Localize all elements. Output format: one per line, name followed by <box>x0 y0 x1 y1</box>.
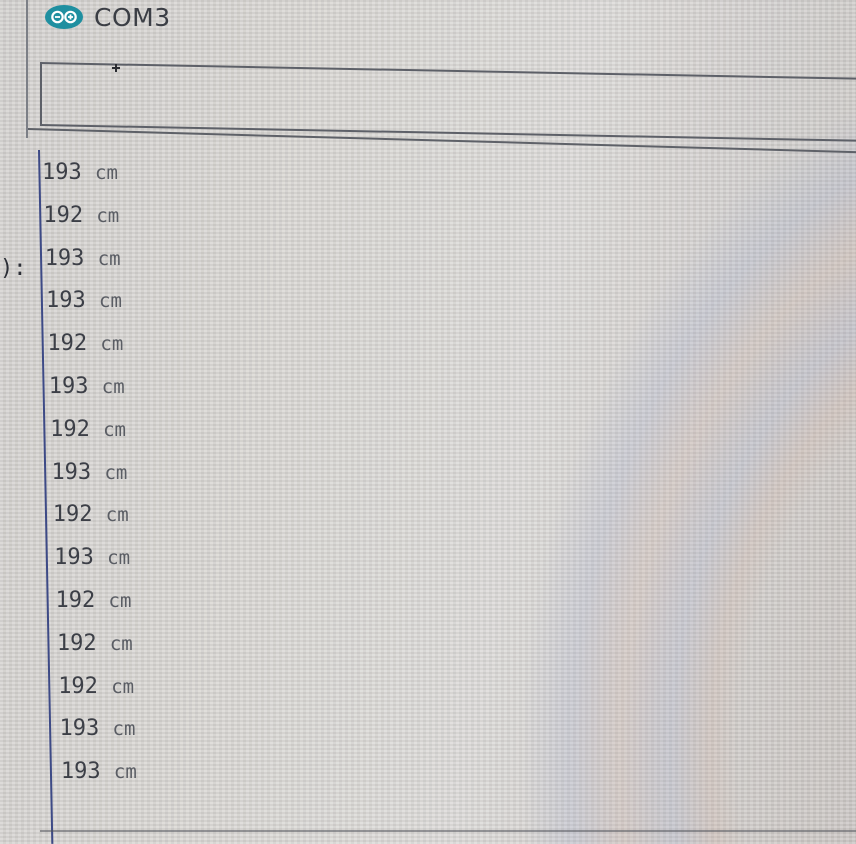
distance-value: 193 <box>44 245 85 271</box>
distance-unit: cm <box>100 333 124 356</box>
serial-output-area[interactable]: 193 cm 192 cm 193 cm 193 cm 192 cm 193 cm 192 … <box>36 150 856 844</box>
distance-value: 192 <box>58 673 98 699</box>
distance-unit: cm <box>109 632 133 655</box>
serial-output-line: 193 cm <box>45 246 121 271</box>
distance-unit: cm <box>107 547 131 570</box>
distance-unit: cm <box>101 376 125 398</box>
offscreen-text-fragment: ): <box>0 256 27 281</box>
serial-output-line: 192 cm <box>58 674 134 699</box>
serial-output-line: 193 cm <box>46 288 122 313</box>
distance-value: 192 <box>50 416 90 442</box>
distance-value: 193 <box>42 160 82 185</box>
serial-output-line: 192 cm <box>47 331 123 356</box>
serial-output-line: 193 cm <box>42 160 118 185</box>
distance-value: 193 <box>60 759 101 785</box>
distance-unit: cm <box>95 162 118 184</box>
window-left-edge <box>26 0 28 138</box>
serial-output-line: 192 cm <box>56 588 132 613</box>
distance-value: 192 <box>56 630 97 656</box>
distance-unit: cm <box>105 504 129 527</box>
serial-output-line: 193 cm <box>49 374 125 399</box>
serial-send-input[interactable] <box>40 62 856 142</box>
distance-unit: cm <box>111 675 135 698</box>
serial-output-line: 193 cm <box>54 545 130 570</box>
distance-unit: cm <box>104 461 128 484</box>
distance-unit: cm <box>96 204 120 227</box>
serial-output-line: 192 cm <box>50 417 126 442</box>
serial-output-line: 192 cm <box>53 502 129 527</box>
distance-value: 192 <box>55 588 96 613</box>
distance-unit: cm <box>112 718 136 741</box>
distance-value: 193 <box>54 545 94 571</box>
title-bar: COM3 <box>44 0 171 34</box>
distance-value: 193 <box>51 459 92 485</box>
serial-output-line: 192 cm <box>57 631 133 656</box>
distance-unit: cm <box>97 247 121 270</box>
distance-value: 192 <box>43 202 84 228</box>
distance-value: 193 <box>48 374 89 399</box>
distance-unit: cm <box>113 761 137 784</box>
text-cursor-icon <box>112 64 120 72</box>
distance-unit: cm <box>103 418 126 441</box>
window-title: COM3 <box>94 2 171 32</box>
distance-value: 192 <box>52 502 93 528</box>
output-bottom-edge <box>40 830 856 832</box>
distance-value: 193 <box>46 288 86 314</box>
serial-output-line: 193 cm <box>60 716 136 741</box>
distance-value: 193 <box>59 716 100 742</box>
arduino-infinity-icon <box>44 4 84 30</box>
distance-unit: cm <box>99 290 122 313</box>
distance-value: 192 <box>47 331 88 357</box>
serial-output-line: 192 cm <box>43 203 119 228</box>
distance-unit: cm <box>108 590 132 612</box>
serial-output-line: 193 cm <box>51 460 127 485</box>
serial-output-line: 193 cm <box>61 759 137 784</box>
